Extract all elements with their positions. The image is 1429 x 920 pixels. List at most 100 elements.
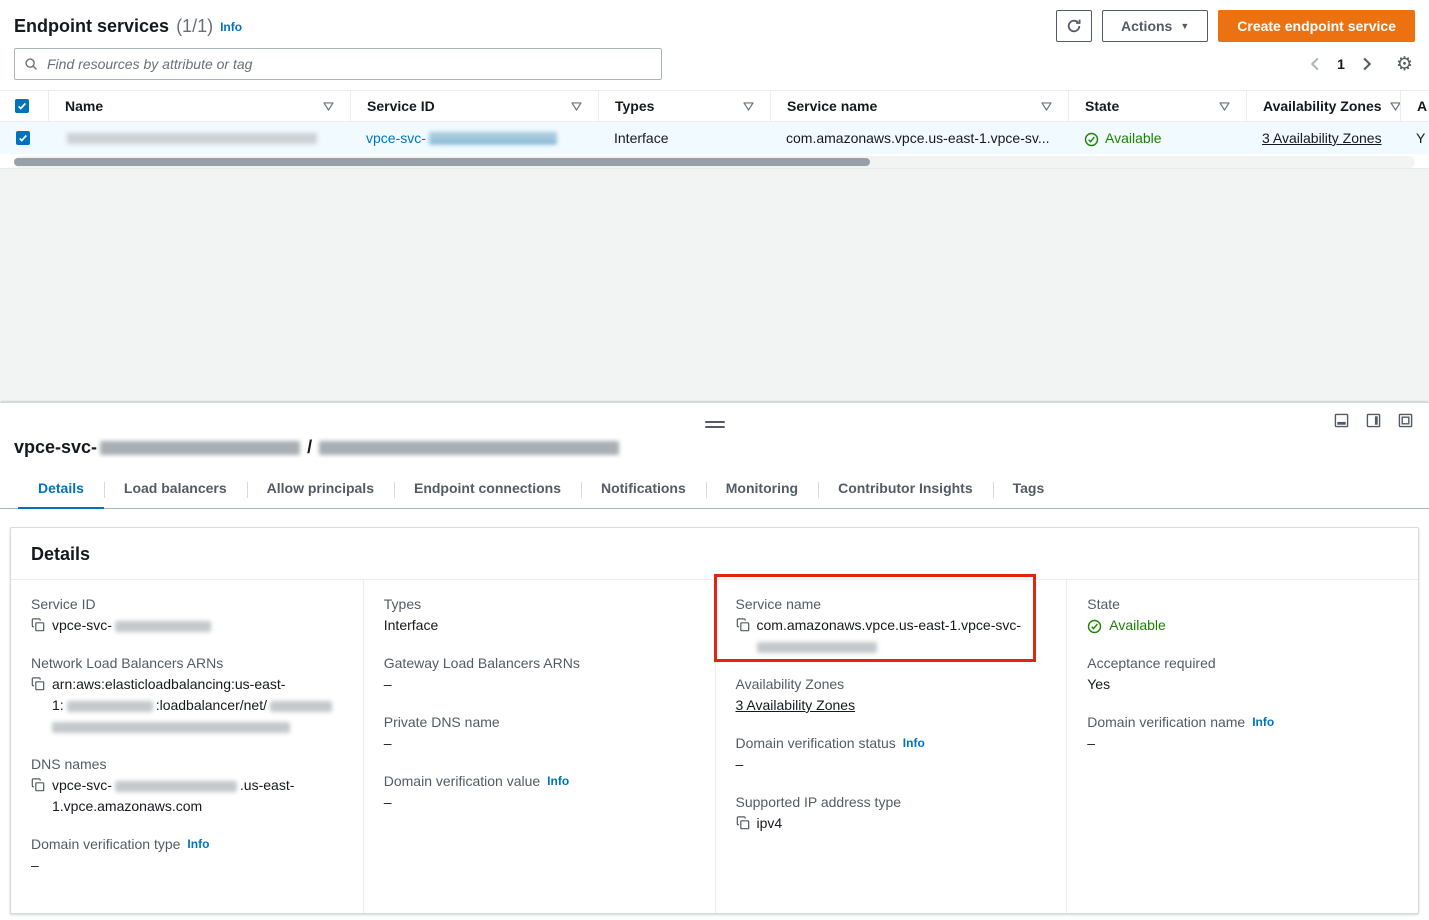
detail-panel-title: vpce-svc-/: [14, 437, 1415, 458]
field-dns-names: DNS names vpce-svc-.us-east- 1.vpce.amaz…: [31, 756, 343, 817]
cell-service-name: com.amazonaws.vpce.us-east-1.vpce-sv...: [770, 122, 1068, 154]
row-checkbox[interactable]: [16, 131, 30, 145]
filter-icon[interactable]: [1211, 102, 1230, 111]
field-value: –: [31, 855, 39, 876]
column-header-name[interactable]: Name: [48, 91, 350, 121]
panel-position-side-icon[interactable]: [1366, 413, 1381, 428]
field-acceptance-required: Acceptance required Yes: [1087, 655, 1398, 695]
info-link[interactable]: Info: [187, 837, 209, 851]
current-page[interactable]: 1: [1335, 54, 1347, 74]
redacted-text: [52, 722, 290, 733]
copy-icon[interactable]: [736, 816, 750, 830]
available-check-icon: [1084, 132, 1099, 147]
field-label: DNS names: [31, 756, 343, 772]
tab-load-balancers[interactable]: Load balancers: [104, 472, 247, 508]
field-domain-verification-type: Domain verification type Info –: [31, 836, 343, 876]
actions-button[interactable]: Actions ▼: [1102, 10, 1208, 42]
column-header-service-id[interactable]: Service ID: [350, 91, 598, 121]
detail-title-separator: /: [307, 437, 312, 457]
detail-panel: vpce-svc-/ Details Load balancers Allow …: [0, 402, 1429, 920]
field-value: –: [736, 754, 744, 775]
filter-icon[interactable]: [315, 102, 334, 111]
column-header-state[interactable]: State: [1068, 91, 1246, 121]
copy-icon[interactable]: [31, 677, 45, 691]
field-label: Service ID: [31, 596, 343, 612]
field-gwlb-arns: Gateway Load Balancers ARNs –: [384, 655, 695, 695]
field-label: Domain verification name: [1087, 714, 1245, 730]
details-card-body: Service ID vpce-svc- Network Load Balanc…: [11, 580, 1418, 913]
copy-icon[interactable]: [736, 618, 750, 632]
copy-icon[interactable]: [31, 778, 45, 792]
info-link[interactable]: Info: [903, 736, 925, 750]
cell-types: Interface: [598, 122, 770, 154]
endpoint-services-list-section: Endpoint services (1/1) Info Actions ▼ C…: [0, 0, 1429, 168]
tab-tags[interactable]: Tags: [993, 472, 1065, 508]
column-header-types[interactable]: Types: [598, 91, 770, 121]
scrollbar-thumb[interactable]: [14, 158, 870, 166]
split-panel-drag-handle[interactable]: [701, 419, 729, 430]
tab-contributor-insights[interactable]: Contributor Insights: [818, 472, 993, 508]
filter-icon[interactable]: [563, 102, 582, 111]
tab-monitoring[interactable]: Monitoring: [706, 472, 818, 508]
filter-toolbar: 1 ⚙: [0, 48, 1429, 90]
next-page-button[interactable]: [1361, 55, 1374, 73]
settings-gear-icon[interactable]: ⚙: [1394, 53, 1415, 76]
header-bar: Endpoint services (1/1) Info Actions ▼ C…: [0, 0, 1429, 48]
tab-details[interactable]: Details: [18, 472, 104, 509]
field-label: Service name: [736, 596, 1047, 612]
copy-icon[interactable]: [31, 618, 45, 632]
table-row[interactable]: vpce-svc- Interface com.amazonaws.vpce.u…: [0, 122, 1429, 154]
info-link[interactable]: Info: [220, 20, 242, 34]
field-label: Acceptance required: [1087, 655, 1398, 671]
tab-allow-principals[interactable]: Allow principals: [247, 472, 394, 508]
search-box[interactable]: [14, 48, 662, 80]
availability-zones-link[interactable]: 3 Availability Zones: [736, 695, 856, 716]
column-header-availability-zones[interactable]: Availability Zones: [1246, 91, 1400, 121]
previous-page-button[interactable]: [1308, 55, 1321, 73]
cell-state: Available: [1068, 122, 1246, 154]
details-card-header: Details: [11, 528, 1418, 580]
cell-service-id: vpce-svc-: [350, 122, 598, 154]
column-header-acceptance[interactable]: A: [1400, 91, 1429, 121]
table-header-row: Name Service ID Types Service name State…: [0, 90, 1429, 122]
select-all-checkbox[interactable]: [15, 99, 29, 113]
info-link[interactable]: Info: [1252, 715, 1274, 729]
tab-notifications[interactable]: Notifications: [581, 472, 706, 508]
refresh-button[interactable]: [1056, 10, 1092, 42]
tab-endpoint-connections[interactable]: Endpoint connections: [394, 472, 581, 508]
resource-count: (1/1): [176, 16, 213, 37]
field-private-dns-name: Private DNS name –: [384, 714, 695, 754]
availability-zones-link[interactable]: 3 Availability Zones: [1262, 130, 1382, 146]
create-endpoint-service-button[interactable]: Create endpoint service: [1218, 10, 1415, 42]
panel-expand-icon[interactable]: [1398, 413, 1413, 428]
redacted-text: [100, 441, 300, 455]
field-label: Domain verification value: [384, 773, 540, 789]
redacted-text: [67, 133, 317, 144]
field-label: Private DNS name: [384, 714, 695, 730]
state-text: Available: [1105, 130, 1162, 146]
refresh-icon: [1066, 18, 1082, 34]
redacted-text: [319, 441, 619, 455]
details-card: Details Service ID vpce-svc- Network Loa…: [10, 527, 1419, 914]
details-column-2: Types Interface Gateway Load Balancers A…: [363, 580, 715, 913]
filter-icon[interactable]: [735, 102, 754, 111]
filter-icon[interactable]: [1033, 102, 1052, 111]
field-state: State Available: [1087, 596, 1398, 636]
filter-icon[interactable]: [1382, 102, 1400, 111]
cell-acceptance: Y: [1400, 122, 1429, 154]
cell-availability-zones: 3 Availability Zones: [1246, 122, 1400, 154]
field-value: –: [384, 674, 392, 695]
info-link[interactable]: Info: [547, 774, 569, 788]
service-id-link[interactable]: vpce-svc-: [366, 130, 560, 146]
column-header-service-name[interactable]: Service name: [770, 91, 1068, 121]
panel-layout-controls: [1334, 413, 1413, 428]
field-label: Availability Zones: [736, 676, 1047, 692]
field-value: ipv4: [757, 813, 783, 834]
horizontal-scrollbar[interactable]: [14, 156, 1415, 168]
search-input[interactable]: [45, 55, 652, 73]
field-availability-zones: Availability Zones 3 Availability Zones: [736, 676, 1047, 716]
details-column-1: Service ID vpce-svc- Network Load Balanc…: [11, 580, 363, 913]
field-domain-verification-status: Domain verification status Info –: [736, 735, 1047, 775]
panel-position-bottom-icon[interactable]: [1334, 413, 1349, 428]
field-label: State: [1087, 596, 1398, 612]
